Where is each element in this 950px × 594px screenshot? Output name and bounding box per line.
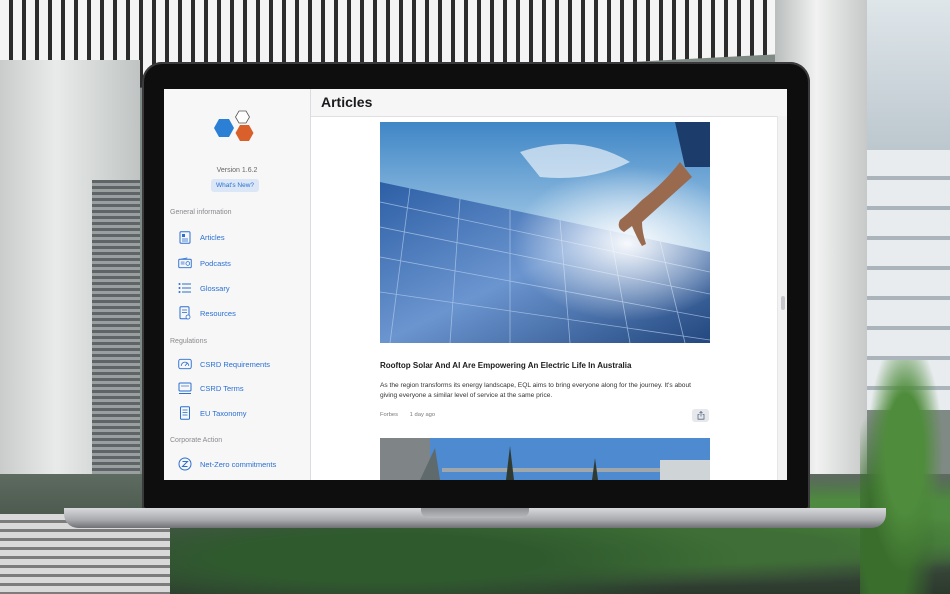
plants-right xyxy=(860,360,950,594)
book-icon xyxy=(178,406,192,420)
radio-icon xyxy=(178,256,192,270)
whats-new-button[interactable]: What's New? xyxy=(211,179,259,192)
wall-slats xyxy=(92,180,140,480)
laptop-notch xyxy=(421,508,529,518)
sidebar-item-csrd-requirements[interactable]: CSRD Requirements xyxy=(178,356,306,372)
section-header-corporate-action: Corporate Action xyxy=(170,437,223,444)
article-icon xyxy=(178,230,192,244)
sidebar-item-net-zero[interactable]: Net-Zero commitments xyxy=(178,456,306,472)
section-header-general: General information xyxy=(170,209,232,216)
sidebar-item-label: CSRD Terms xyxy=(200,383,244,393)
section-header-regulations: Regulations xyxy=(170,338,207,345)
article-meta: Forbes 1 day ago xyxy=(380,412,435,418)
sidebar-item-label: Resources xyxy=(200,308,236,318)
gauge-icon xyxy=(178,357,192,371)
sidebar-item-csrd-terms[interactable]: CSRD Terms xyxy=(178,380,306,396)
sidebar-item-articles[interactable]: Articles xyxy=(178,229,306,245)
sidebar-item-label: Glossary xyxy=(200,283,230,293)
sidebar-item-label: Podcasts xyxy=(200,258,231,268)
sidebar-item-eu-taxonomy[interactable]: EU Taxonomy xyxy=(178,405,306,421)
article-image[interactable] xyxy=(380,122,710,343)
article-time: 1 day ago xyxy=(409,412,436,418)
article-title[interactable]: Rooftop Solar And AI Are Empowering An E… xyxy=(380,361,631,370)
document-icon xyxy=(178,306,192,320)
sidebar: Version 1.6.2 What's New? General inform… xyxy=(164,89,311,480)
monitor-icon xyxy=(178,381,192,395)
article-image-next[interactable] xyxy=(380,438,710,480)
app-logo-icon xyxy=(214,110,254,141)
z-circle-icon xyxy=(178,457,192,471)
main-content: Articles Rooftop Solar And AI Are Empowe… xyxy=(311,89,787,480)
sidebar-item-podcasts[interactable]: Podcasts xyxy=(178,255,306,271)
app-window: Version 1.6.2 What's New? General inform… xyxy=(164,89,787,480)
scrollbar[interactable] xyxy=(777,116,787,480)
main-header: Articles xyxy=(311,89,787,117)
sidebar-item-label: CSRD Requirements xyxy=(200,359,271,369)
sidebar-item-label: Net-Zero commitments xyxy=(200,459,277,469)
sidebar-item-glossary[interactable]: Glossary xyxy=(178,280,306,296)
scrollbar-thumb[interactable] xyxy=(781,296,785,310)
article-source: Forbes xyxy=(380,412,399,418)
sidebar-item-label: Articles xyxy=(200,232,225,242)
version-label: Version 1.6.2 xyxy=(216,167,258,174)
list-icon xyxy=(178,281,192,295)
sidebar-item-label: EU Taxonomy xyxy=(200,408,247,418)
article-description: As the region transforms its energy land… xyxy=(380,382,691,399)
share-button[interactable] xyxy=(692,409,709,422)
sidebar-item-resources[interactable]: Resources xyxy=(178,305,306,321)
share-icon xyxy=(697,411,704,420)
page-title: Articles xyxy=(321,94,373,110)
